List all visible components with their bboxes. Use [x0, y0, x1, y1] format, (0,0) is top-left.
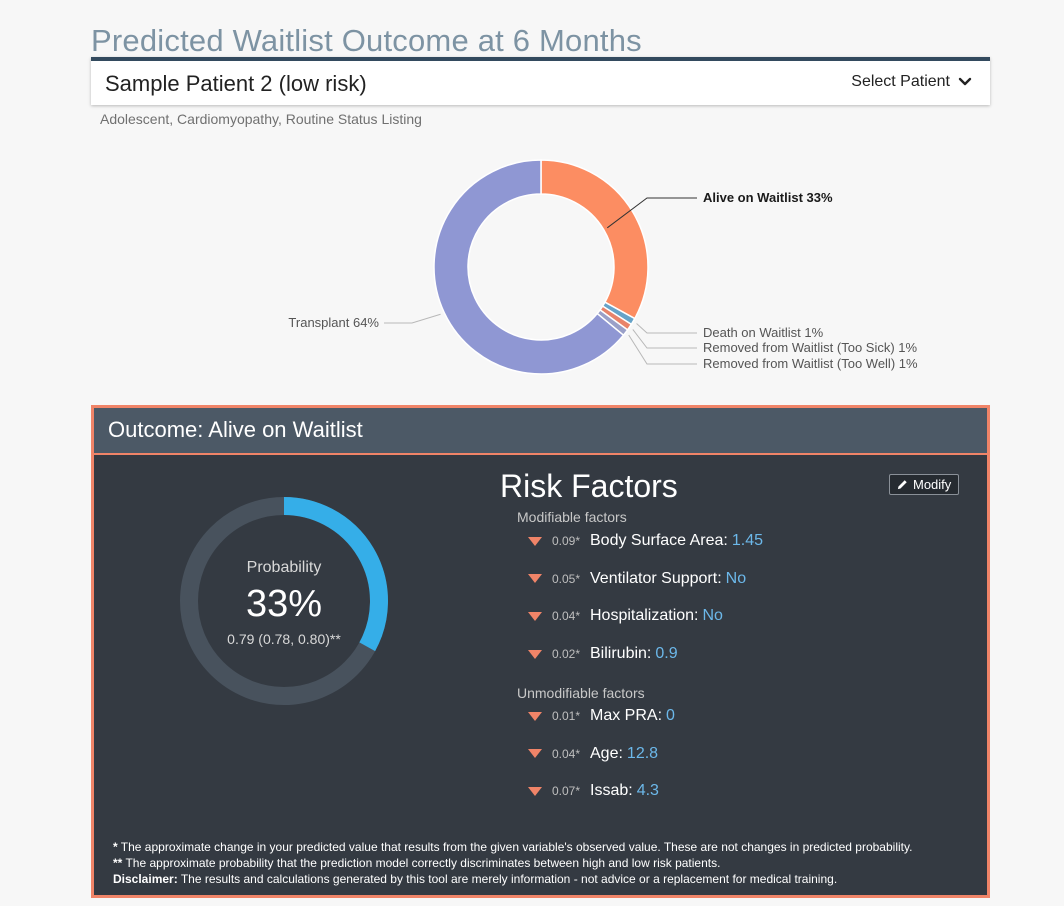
footnote-marker: **: [113, 856, 123, 870]
risk-factor-name: Bilirubin:: [590, 645, 652, 663]
pie-slice-label: Transplant 64%: [288, 315, 379, 330]
risk-factor-row: 0.04* Hospitalization: No: [528, 607, 723, 625]
pie-slice-label: Removed from Waitlist (Too Sick) 1%: [703, 340, 918, 355]
footnote-marker: Disclaimer:: [113, 872, 178, 886]
modify-label: Modify: [913, 477, 952, 492]
outcome-donut-chart: Alive on Waitlist 33% Death on Waitlist 1…: [288, 159, 918, 375]
probability-value: 33%: [245, 583, 323, 625]
patient-name: Sample Patient 2 (low risk): [105, 71, 367, 96]
risk-factor-delta: 0.09*: [552, 534, 581, 548]
risk-factor-value: No: [725, 569, 747, 587]
risk-factor-value: No: [702, 607, 723, 625]
risk-factor-row: 0.05* Ventilator Support: No: [528, 570, 746, 588]
unmodifiable-factors-label: Unmodifiable factors: [517, 685, 645, 701]
risk-factor-delta: 0.02*: [552, 647, 581, 662]
concordance-value: 0.79 (0.78, 0.80)**: [227, 631, 341, 647]
outcome-title: Outcome: Alive on Waitlist: [108, 417, 363, 442]
risk-factor-value: 4.3: [636, 782, 659, 800]
risk-factor-name: Age:: [590, 744, 623, 762]
pie-label-connector: [384, 313, 441, 324]
triangle-down-icon: [528, 711, 542, 721]
footnote-concordance: ** The approximate probability that the …: [113, 855, 912, 871]
risk-factor-delta: 0.04*: [552, 746, 581, 761]
pie-slice-label: Death on Waitlist 1%: [703, 325, 824, 340]
risk-factor-value: 0.9: [655, 645, 678, 663]
triangle-down-icon: [528, 611, 542, 621]
risk-factor-row: 0.02* Bilirubin: 0.9: [528, 645, 678, 663]
triangle-down-icon: [528, 536, 542, 546]
outcome-panel: Outcome: Alive on Waitlist Probability 3…: [91, 405, 990, 898]
footnote-disclaimer: Disclaimer: The results and calculations…: [113, 871, 912, 887]
select-patient-dropdown[interactable]: Select Patient: [851, 73, 972, 91]
risk-factor-row: 0.07* Issab: 4.3: [528, 782, 659, 800]
risk-factor-delta: 0.07*: [552, 784, 581, 799]
risk-factor-row: 0.01* Max PRA: 0: [528, 707, 675, 725]
pencil-icon: [897, 480, 907, 490]
probability-label: Probability: [246, 559, 322, 576]
risk-factor-name: Ventilator Support:: [590, 569, 722, 587]
risk-factor-name: Body Surface Area:: [590, 532, 728, 549]
patient-description: Adolescent, Cardiomyopathy, Routine Stat…: [100, 111, 422, 127]
risk-factor-name: Max PRA:: [590, 707, 663, 724]
outcome-header: Outcome: Alive on Waitlist: [94, 408, 987, 455]
footnote-change: * The approximate change in your predict…: [113, 839, 912, 855]
triangle-down-icon: [528, 786, 542, 796]
footnote-text: The approximate change in your predicted…: [117, 840, 913, 854]
pie-slice[interactable]: [540, 159, 649, 320]
pie-label-connector: [628, 334, 697, 365]
page-title: Predicted Waitlist Outcome at 6 Months: [91, 23, 642, 58]
risk-factor-delta: 0.01*: [552, 709, 581, 723]
select-patient-label: Select Patient: [851, 73, 950, 90]
risk-factor-value: 0: [666, 707, 675, 724]
chevron-down-icon: [958, 77, 972, 86]
footnotes: * The approximate change in your predict…: [113, 839, 912, 887]
risk-factor-row: 0.09* Body Surface Area: 1.45: [528, 532, 763, 550]
risk-factors-title: Risk Factors: [500, 468, 678, 504]
risk-factor-name: Issab:: [590, 782, 633, 800]
modifiable-factors-label: Modifiable factors: [517, 509, 627, 525]
pie-label-connector: [632, 329, 697, 349]
triangle-down-icon: [528, 574, 542, 584]
footnote-text: The results and calculations generated b…: [177, 872, 838, 886]
modify-button[interactable]: Modify: [889, 474, 960, 495]
patient-selector-bar: Sample Patient 2 (low risk) Select Patie…: [91, 57, 990, 105]
pie-label-connector: [636, 323, 697, 334]
risk-factor-delta: 0.05*: [552, 571, 581, 586]
risk-factor-value: 1.45: [731, 532, 763, 549]
pie-slice-label: Removed from Waitlist (Too Well) 1%: [703, 356, 918, 371]
triangle-down-icon: [528, 649, 542, 659]
risk-factor-row: 0.04* Age: 12.8: [528, 745, 658, 763]
risk-factor-name: Hospitalization:: [590, 607, 699, 625]
risk-factor-value: 12.8: [626, 744, 659, 762]
risk-factor-delta: 0.04*: [552, 609, 581, 624]
triangle-down-icon: [528, 749, 542, 759]
footnote-text: The approximate probability that the pre…: [122, 856, 721, 870]
pie-slice-label: Alive on Waitlist 33%: [703, 190, 833, 205]
